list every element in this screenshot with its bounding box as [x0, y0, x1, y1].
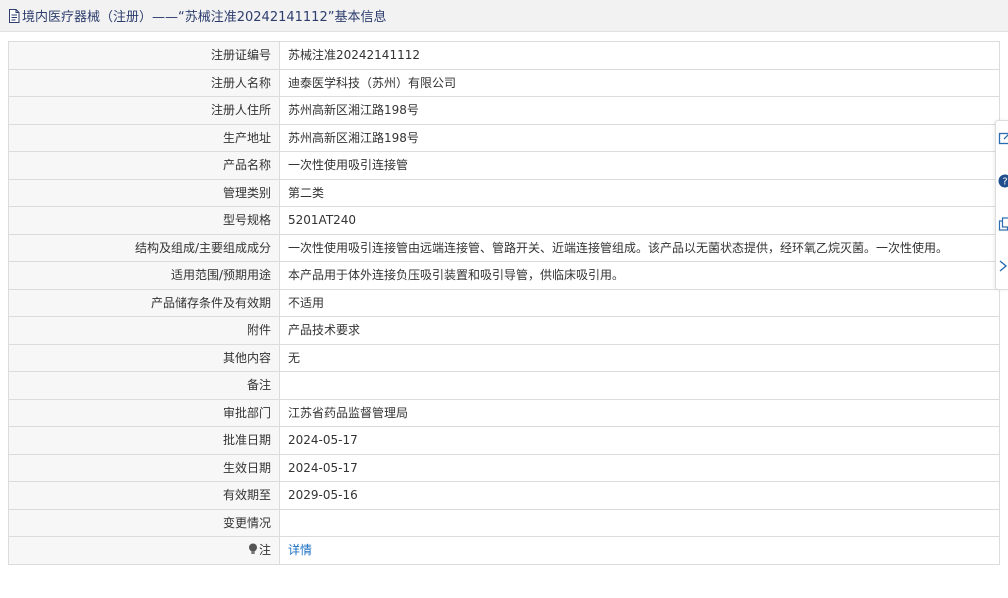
document-icon — [8, 8, 20, 23]
row-label: 变更情况 — [8, 508, 280, 537]
bulb-icon — [248, 543, 258, 555]
row-label: 批准日期 — [8, 426, 280, 455]
row-label: 型号规格 — [8, 206, 280, 235]
info-table: 注册证编号 苏械注准20242141112 注册人名称 迪泰医学科技（苏州）有限公司注… — [8, 41, 1000, 565]
row-value: 江苏省药品监督管理局 — [279, 398, 1000, 427]
row-label: 生产地址 — [8, 123, 280, 152]
row-label: 产品名称 — [8, 151, 280, 180]
note-label: 注 — [258, 543, 271, 558]
table-row: 有效期至 2029-05-16 — [8, 481, 1000, 510]
row-value — [279, 508, 1000, 537]
row-value: 第二类 — [279, 178, 1000, 207]
row-value: 苏械注准20242141112 — [279, 41, 1000, 70]
row-value: 2024-05-17 — [279, 426, 1000, 455]
row-value: 2024-05-17 — [279, 453, 1000, 482]
table-row: 备注 — [8, 371, 1000, 400]
row-value: 苏州高新区湘江路198号 — [279, 123, 1000, 152]
table-row: 管理类别 第二类 — [8, 178, 1000, 207]
info-table-body: 注册证编号 苏械注准20242141112 注册人名称 迪泰医学科技（苏州）有限公司注… — [8, 41, 1000, 565]
row-label: 备注 — [8, 371, 280, 400]
page-header: 境内医疗器械（注册）——“苏械注准20242141112”基本信息 — [0, 0, 1008, 32]
table-row-note: 注详情 — [8, 536, 1000, 565]
row-value: 一次性使用吸引连接管由远端连接管、管路开关、近端连接管组成。该产品以无菌状态提供… — [279, 233, 1000, 262]
row-value: 一次性使用吸引连接管 — [279, 151, 1000, 180]
row-label: 注册证编号 — [8, 41, 280, 70]
table-row: 适用范围/预期用途 本产品用于体外连接负压吸引装置和吸引导管，供临床吸引用。 — [8, 261, 1000, 290]
svg-text:?: ? — [1002, 177, 1007, 188]
row-label: 适用范围/预期用途 — [8, 261, 280, 290]
collapse-icon[interactable] — [998, 259, 1008, 273]
table-row: 结构及组成/主要组成成分 一次性使用吸引连接管由远端连接管、管路开关、近端连接管组… — [8, 233, 1000, 262]
table-row: 生效日期 2024-05-17 — [8, 453, 1000, 482]
table-row: 注册证编号 苏械注准20242141112 — [8, 41, 1000, 70]
row-label: 注册人住所 — [8, 96, 280, 125]
table-row: 附件 产品技术要求 — [8, 316, 1000, 345]
row-value: 2029-05-16 — [279, 481, 1000, 510]
row-value: 不适用 — [279, 288, 1000, 317]
table-row: 变更情况 — [8, 508, 1000, 537]
copy-icon[interactable] — [998, 217, 1008, 231]
row-label: 管理类别 — [8, 178, 280, 207]
table-row: 产品名称 一次性使用吸引连接管 — [8, 151, 1000, 180]
edit-icon[interactable] — [998, 131, 1008, 145]
row-value — [279, 371, 1000, 400]
row-label: 有效期至 — [8, 481, 280, 510]
table-row: 审批部门 江苏省药品监督管理局 — [8, 398, 1000, 427]
row-value: 产品技术要求 — [279, 316, 1000, 345]
row-label: 结构及组成/主要组成成分 — [8, 233, 280, 262]
table-row: 注册人名称 迪泰医学科技（苏州）有限公司 — [8, 68, 1000, 97]
row-value: 5201AT240 — [279, 206, 1000, 235]
table-row: 批准日期 2024-05-17 — [8, 426, 1000, 455]
row-label: 附件 — [8, 316, 280, 345]
table-row: 注册人住所 苏州高新区湘江路198号 — [8, 96, 1000, 125]
note-label-cell: 注 — [8, 536, 280, 565]
row-label: 产品储存条件及有效期 — [8, 288, 280, 317]
side-toolbar: ? — [995, 120, 1008, 290]
row-value: 迪泰医学科技（苏州）有限公司 — [279, 68, 1000, 97]
table-row: 型号规格 5201AT240 — [8, 206, 1000, 235]
page-title: 境内医疗器械（注册）——“苏械注准20242141112”基本信息 — [22, 10, 387, 25]
row-value: 苏州高新区湘江路198号 — [279, 96, 1000, 125]
row-label: 注册人名称 — [8, 68, 280, 97]
row-label: 生效日期 — [8, 453, 280, 482]
row-label: 其他内容 — [8, 343, 280, 372]
row-value: 无 — [279, 343, 1000, 372]
details-link[interactable]: 详情 — [279, 536, 1000, 565]
row-label: 审批部门 — [8, 398, 280, 427]
table-row: 其他内容无 — [8, 343, 1000, 372]
table-row: 生产地址 苏州高新区湘江路198号 — [8, 123, 1000, 152]
row-value: 本产品用于体外连接负压吸引装置和吸引导管，供临床吸引用。 — [279, 261, 1000, 290]
help-icon[interactable]: ? — [998, 174, 1008, 188]
table-row: 产品储存条件及有效期 不适用 — [8, 288, 1000, 317]
